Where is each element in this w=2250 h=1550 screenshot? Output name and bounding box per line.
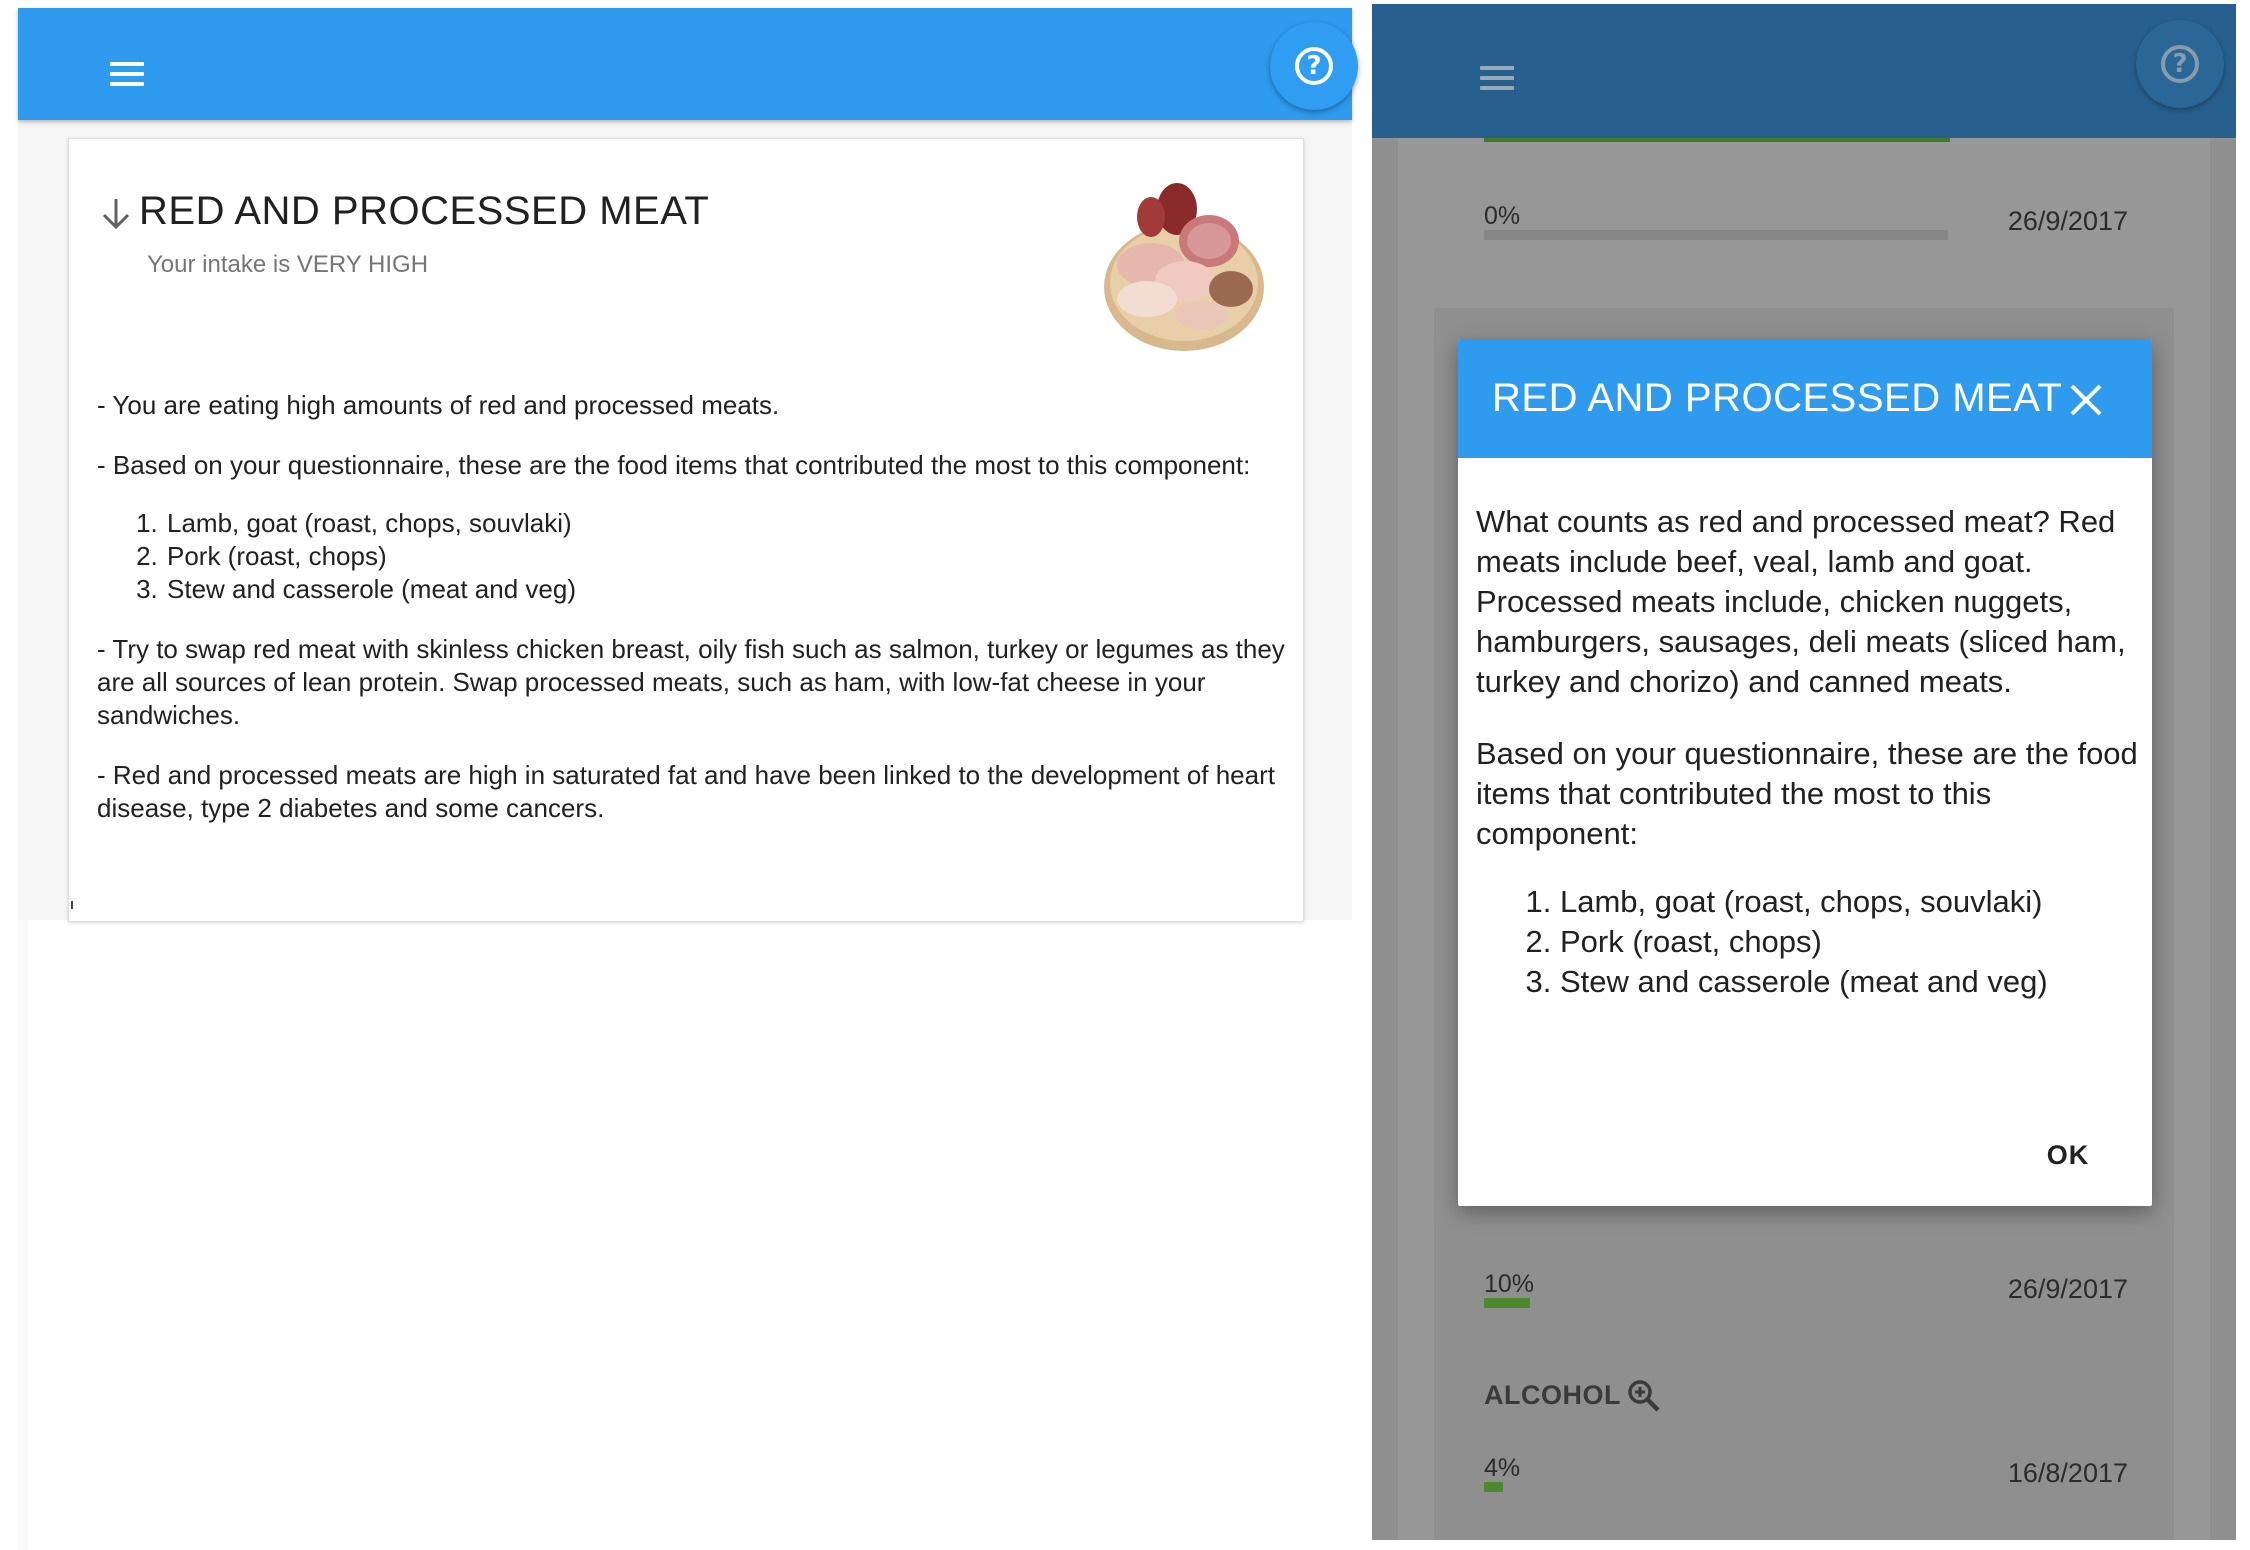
dialog-title: RED AND PROCESSED MEAT — [1492, 376, 2063, 420]
progress-bar — [1484, 1298, 1948, 1308]
help-button[interactable]: ? — [1270, 22, 1358, 110]
ok-button[interactable]: OK — [2028, 1130, 2108, 1180]
swap-advice-paragraph: - Try to swap red meat with skinless chi… — [97, 634, 1285, 730]
stat-row: 4% 16/8/2017 — [1484, 1454, 2128, 1494]
zoom-in-icon[interactable] — [1626, 1378, 1662, 1414]
list-item: Pork (roast, chops) — [165, 540, 1287, 573]
list-item: Stew and casserole (meat and veg) — [165, 573, 1287, 606]
arrow-down-icon[interactable] — [101, 197, 131, 231]
percent-value: 10% — [1484, 1270, 1535, 1298]
close-icon[interactable] — [2068, 382, 2104, 418]
card-body: - You are eating high amounts of red and… — [97, 389, 1287, 852]
card-title: RED AND PROCESSED MEAT — [139, 189, 710, 233]
hamburger-menu-icon[interactable] — [104, 58, 150, 98]
info-dialog: RED AND PROCESSED MEAT What counts as re… — [1458, 340, 2152, 1206]
contributors-list: Lamb, goat (roast, chops, souvlaki) Pork… — [97, 507, 1287, 606]
progress-bar-strip — [1484, 138, 1950, 142]
stat-row: 0% 26/9/2017 — [1484, 202, 2128, 242]
contributors-paragraph: Based on your questionnaire, these are t… — [1476, 736, 2138, 851]
percent-value: 0% — [1484, 202, 1521, 230]
alcohol-label: ALCOHOL — [1484, 1380, 1621, 1410]
definition-paragraph: What counts as red and processed meat? R… — [1476, 504, 2126, 699]
date-value: 26/9/2017 — [2007, 206, 2128, 236]
progress-fill — [1484, 1298, 1530, 1308]
contributors-list: Lamb, goat (roast, chops, souvlaki) Pork… — [1476, 882, 2140, 1002]
left-screen: ? RED AND PROCESSED MEAT Your intake is … — [18, 8, 1358, 922]
hamburger-menu-icon[interactable] — [1474, 62, 1520, 102]
list-item: Stew and casserole (meat and veg) — [1560, 962, 2140, 1002]
progress-fill — [1484, 1482, 1503, 1492]
dialog-body: What counts as red and processed meat? R… — [1476, 502, 2140, 1002]
progress-bar — [1484, 1482, 1948, 1492]
stat-row: 10% 26/9/2017 — [1484, 1270, 2128, 1310]
help-circle-icon: ? — [1295, 47, 1333, 85]
help-circle-icon: ? — [2161, 45, 2199, 83]
processed-meat-image — [1104, 183, 1264, 351]
list-item: Lamb, goat (roast, chops, souvlaki) — [165, 507, 1287, 540]
left-edge-strip — [18, 920, 28, 1550]
text-cursor — [71, 901, 73, 909]
app-bar-dimmed: ? — [1372, 4, 2236, 138]
app-bar: ? — [18, 8, 1358, 120]
overlay-gutter-right — [2210, 138, 2236, 1540]
date-value: 26/9/2017 — [2007, 1274, 2128, 1304]
dialog-header: RED AND PROCESSED MEAT — [1458, 340, 2152, 458]
health-risk-paragraph: - Red and processed meats are high in sa… — [97, 760, 1275, 823]
overlay-gutter-left — [1372, 138, 1398, 1540]
date-value: 16/8/2017 — [2007, 1458, 2128, 1488]
food-component-card: RED AND PROCESSED MEAT Your intake is VE… — [68, 138, 1304, 922]
list-item: Pork (roast, chops) — [1560, 922, 2140, 962]
intake-paragraph: - You are eating high amounts of red and… — [97, 390, 780, 420]
right-screen: ? 0% 26/9/2017 10% 26/9/2017 ALCOHOL 4% … — [1372, 4, 2236, 1540]
list-item: Lamb, goat (roast, chops, souvlaki) — [1560, 882, 2140, 922]
progress-bar — [1484, 230, 1948, 240]
help-button[interactable]: ? — [2136, 20, 2224, 108]
intake-status: Your intake is VERY HIGH — [147, 251, 429, 278]
contributors-paragraph: - Based on your questionnaire, these are… — [97, 450, 1251, 480]
percent-value: 4% — [1484, 1454, 1521, 1482]
